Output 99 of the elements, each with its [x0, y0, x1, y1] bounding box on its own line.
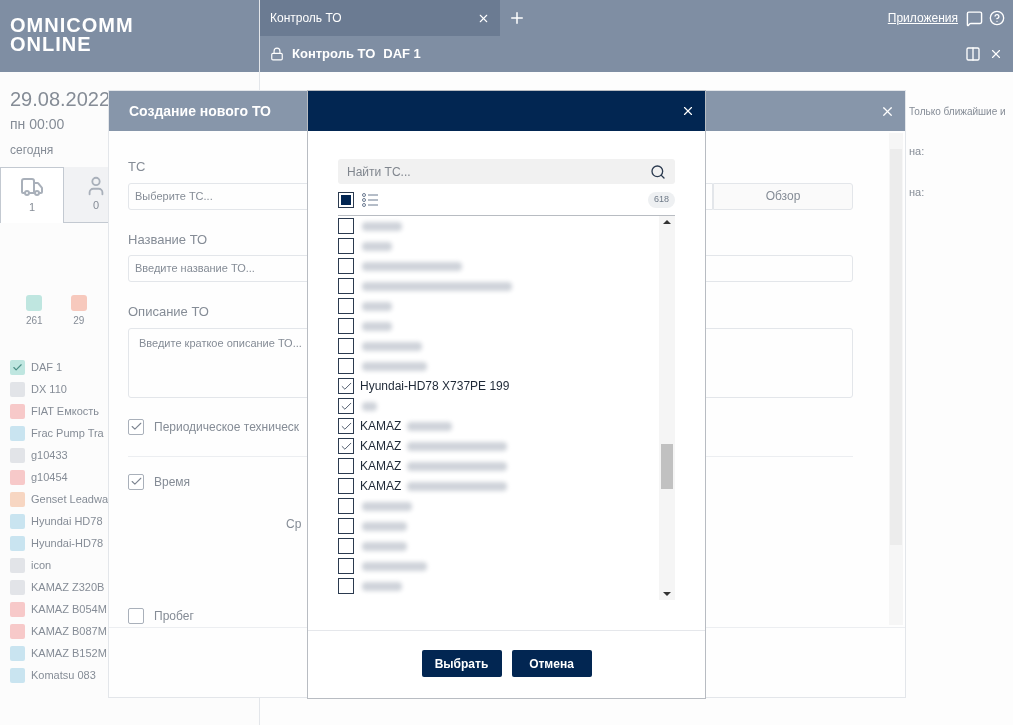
split-view-icon[interactable]	[965, 46, 981, 62]
vehicle-name[interactable]: Komatsu 083	[31, 666, 96, 684]
checkbox[interactable]	[128, 418, 144, 435]
redacted-text	[362, 361, 427, 371]
count-text: 0	[92, 198, 100, 214]
cancel-button[interactable]: Отмена	[511, 650, 592, 677]
vehicle-name[interactable]: icon	[31, 556, 52, 574]
checkbox[interactable]	[338, 458, 354, 474]
vehicle-name[interactable]: KAMAZ	[360, 457, 402, 475]
redacted-text	[362, 221, 402, 231]
checkbox[interactable]	[128, 473, 144, 490]
vehicle-name[interactable]: FIAT Емкость	[31, 402, 100, 420]
check-icon	[12, 361, 23, 373]
checkbox[interactable]	[338, 538, 354, 554]
checkbox[interactable]	[128, 608, 144, 624]
redacted-text	[362, 541, 407, 551]
redacted-text	[407, 421, 453, 431]
search-field[interactable]: Найти ТС...	[338, 159, 675, 184]
redacted-text	[362, 561, 427, 571]
count-text: 1	[28, 200, 36, 216]
checkbox[interactable]	[338, 358, 354, 374]
redacted-text	[362, 521, 407, 531]
checkbox[interactable]	[338, 478, 354, 494]
vehicle-name[interactable]: Hyundai-HD78 X737PE 199	[360, 377, 510, 395]
vehicle-title: DAF 1	[383, 45, 421, 64]
redacted-text	[362, 501, 412, 511]
vehicle-name[interactable]: KAMAZ B054M	[31, 600, 107, 618]
check-icon	[129, 475, 143, 488]
vehicle-name[interactable]: KAMAZ	[360, 417, 402, 435]
vehicle-name[interactable]: KAMAZ B152M	[31, 644, 107, 662]
checkbox[interactable]	[338, 238, 354, 254]
count-text: 29	[73, 314, 85, 328]
redacted-text	[362, 341, 422, 351]
vehicle-name[interactable]: KAMAZ	[360, 477, 402, 495]
checkbox[interactable]	[338, 318, 354, 334]
message-icon[interactable]	[966, 9, 983, 27]
option-label: Время	[154, 473, 191, 491]
dialog-title: Создание нового ТО	[129, 101, 271, 121]
redacted-text	[362, 321, 392, 331]
redacted-text	[362, 241, 392, 251]
checkbox[interactable]	[338, 258, 354, 274]
logo-text: ONLINE	[10, 35, 92, 54]
select-all-checkbox[interactable]	[338, 192, 354, 208]
checkbox[interactable]	[338, 438, 354, 454]
browse-button[interactable]: Обзор	[713, 182, 853, 210]
redacted-text	[362, 301, 392, 311]
vehicle-name[interactable]: DAF 1	[31, 358, 63, 376]
logo-text: OMNICOMM	[10, 16, 134, 35]
checkbox[interactable]	[338, 218, 354, 234]
vehicle-name[interactable]: Frac Pump Tra	[31, 424, 104, 442]
vehicle-name[interactable]: DX 110	[31, 380, 67, 398]
field-label: Название ТО	[128, 230, 208, 249]
date-text: 29.08.2022	[10, 87, 111, 112]
page-title: Контроль ТО	[292, 45, 376, 64]
vehicle-name[interactable]: KAMAZ B087M	[31, 622, 107, 640]
count-badge: 618	[647, 192, 675, 208]
status-square[interactable]	[10, 359, 25, 375]
lock-icon[interactable]	[270, 47, 284, 61]
option-label: Периодическое техническ	[154, 418, 300, 436]
redacted-text	[362, 581, 402, 591]
vehicle-name[interactable]: KAMAZ Z320B	[31, 578, 105, 596]
object-tab[interactable]: 1	[0, 167, 64, 223]
apps-link[interactable]: Приложения	[887, 9, 958, 27]
checkbox[interactable]	[338, 278, 354, 294]
option-label: Пробег	[154, 608, 194, 625]
time-text: пн 00:00	[10, 115, 65, 134]
list-icon[interactable]	[362, 193, 378, 207]
vehicle-name[interactable]: g10433	[31, 446, 68, 464]
scrollbar[interactable]	[659, 216, 675, 600]
checkbox[interactable]	[338, 498, 354, 514]
field-label: ТС	[128, 158, 146, 176]
select-button[interactable]: Выбрать	[421, 650, 502, 677]
checkbox[interactable]	[338, 338, 354, 354]
checkbox[interactable]	[338, 298, 354, 314]
redacted-text	[362, 401, 377, 411]
close-icon[interactable]	[681, 104, 695, 118]
vehicle-name[interactable]: Hyundai-HD78	[31, 534, 104, 552]
filter-label: Только ближайшие и	[909, 105, 1007, 119]
app-tab[interactable]: Контроль ТО	[260, 0, 500, 36]
vehicle-name[interactable]: g10454	[31, 468, 68, 486]
count-text: 261	[26, 314, 43, 328]
row-label: на:	[909, 184, 926, 200]
add-tab-icon[interactable]	[508, 9, 526, 27]
vehicle-name[interactable]: KAMAZ	[360, 437, 402, 455]
vehicle-name[interactable]: Hyundai HD78	[31, 512, 103, 530]
checkbox[interactable]	[338, 518, 354, 534]
check-icon	[129, 420, 143, 433]
row-label: на:	[909, 144, 926, 159]
vehicle-name[interactable]: Genset Leadwa	[31, 490, 109, 508]
checkbox[interactable]	[338, 398, 354, 414]
today-link[interactable]: сегодня	[10, 141, 54, 159]
partial-text: Ср	[286, 515, 302, 533]
checkbox[interactable]	[338, 558, 354, 574]
search-icon[interactable]	[650, 163, 666, 180]
checkbox[interactable]	[338, 378, 354, 394]
checkbox[interactable]	[338, 578, 354, 594]
help-icon[interactable]	[989, 10, 1005, 26]
field-label: Описание ТО	[128, 303, 209, 321]
checkbox[interactable]	[338, 418, 354, 434]
